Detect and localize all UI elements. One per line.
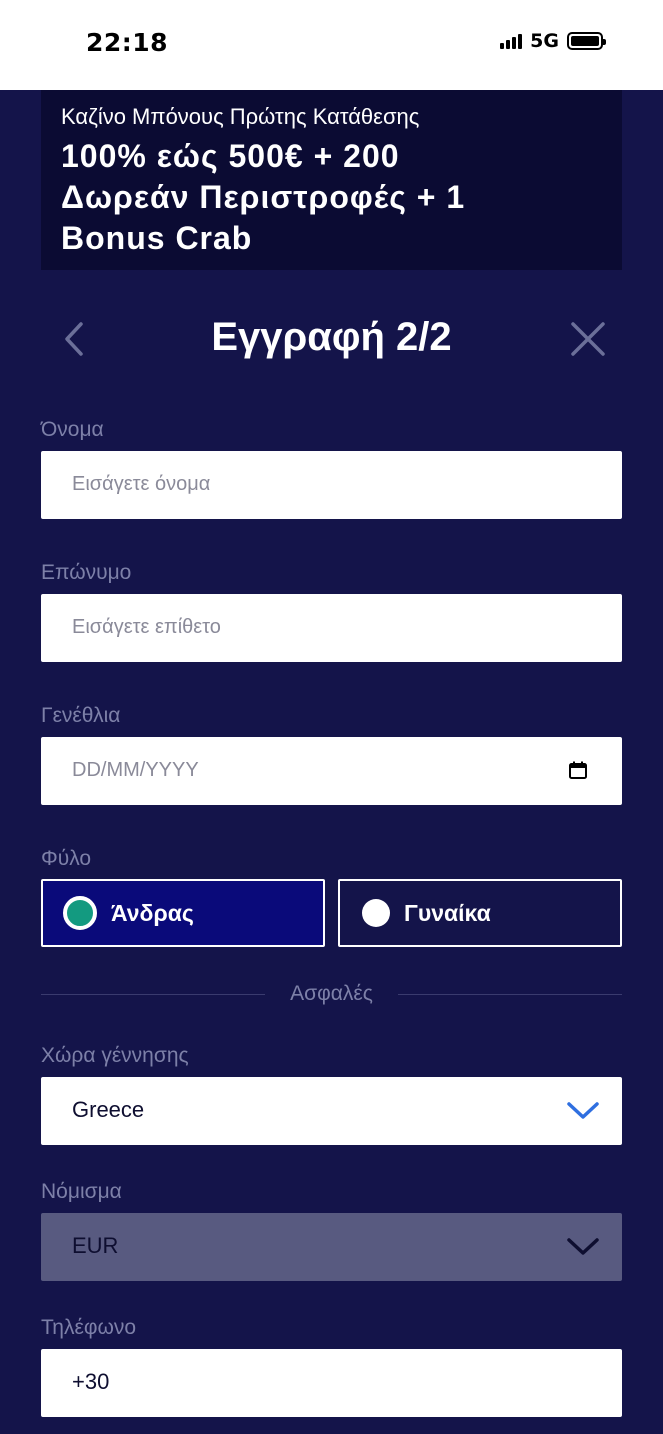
registration-header: Εγγραφή 2/2 [41,305,622,371]
gender-male-option[interactable]: Άνδρας [41,879,325,947]
last-name-label: Επώνυμο [41,561,132,584]
birthday-label: Γενέθλια [41,704,121,727]
close-button[interactable] [568,319,608,359]
radio-checked-icon [63,896,97,930]
first-name-field[interactable]: Εισάγετε όνομα [41,451,622,519]
divider-line [398,994,622,995]
promo-title-line: 100% εώς 500€ + 200 [61,138,400,174]
status-indicators: 5G [500,30,606,52]
birth-country-value: Greece [72,1097,145,1122]
gender-male-label: Άνδρας [111,899,194,926]
phone-field[interactable]: +30 [41,1349,622,1417]
promo-title-line: Δωρεάν Περιστροφές + 1 [61,179,466,215]
birth-country-label: Χώρα γέννησης [41,1044,189,1067]
birthday-placeholder: DD/MM/YYYY [72,759,199,781]
first-name-placeholder: Εισάγετε όνομα [72,473,211,495]
battery-icon [567,32,606,50]
birth-country-select[interactable]: Greece [41,1077,622,1145]
promo-subtitle: Καζίνο Μπόνους Πρώτης Κατάθεσης [61,104,420,129]
gender-female-label: Γυναίκα [404,899,491,926]
currency-select: EUR [41,1213,622,1281]
promo-title: 100% εώς 500€ + 200 Δωρεάν Περιστροφές +… [61,136,602,259]
chevron-down-icon [567,1238,599,1255]
chevron-down-icon [567,1102,599,1119]
signal-icon [500,33,523,49]
gender-female-option[interactable]: Γυναίκα [338,879,622,947]
status-time: 22:18 [86,28,169,57]
secure-divider: Ασφαλές [41,980,622,1010]
phone-value: +30 [72,1369,110,1394]
last-name-field[interactable]: Εισάγετε επίθετο [41,594,622,662]
calendar-icon[interactable] [568,760,588,780]
gender-label: Φύλο [41,847,92,870]
currency-label: Νόμισμα [41,1180,122,1203]
currency-value: EUR [72,1233,119,1258]
last-name-placeholder: Εισάγετε επίθετο [72,616,221,638]
first-name-label: Όνομα [41,418,104,441]
network-type: 5G [530,30,559,52]
status-bar: 22:18 5G [0,0,663,90]
phone-label: Τηλέφωνο [41,1316,137,1339]
close-icon [571,322,605,356]
promo-banner: Καζίνο Μπόνους Πρώτης Κατάθεσης 100% εώς… [41,90,622,270]
birthday-field[interactable]: DD/MM/YYYY [41,737,622,805]
promo-title-line: Bonus Crab [61,220,253,256]
radio-unchecked-icon [362,899,390,927]
page-title: Εγγραφή 2/2 [211,315,452,359]
